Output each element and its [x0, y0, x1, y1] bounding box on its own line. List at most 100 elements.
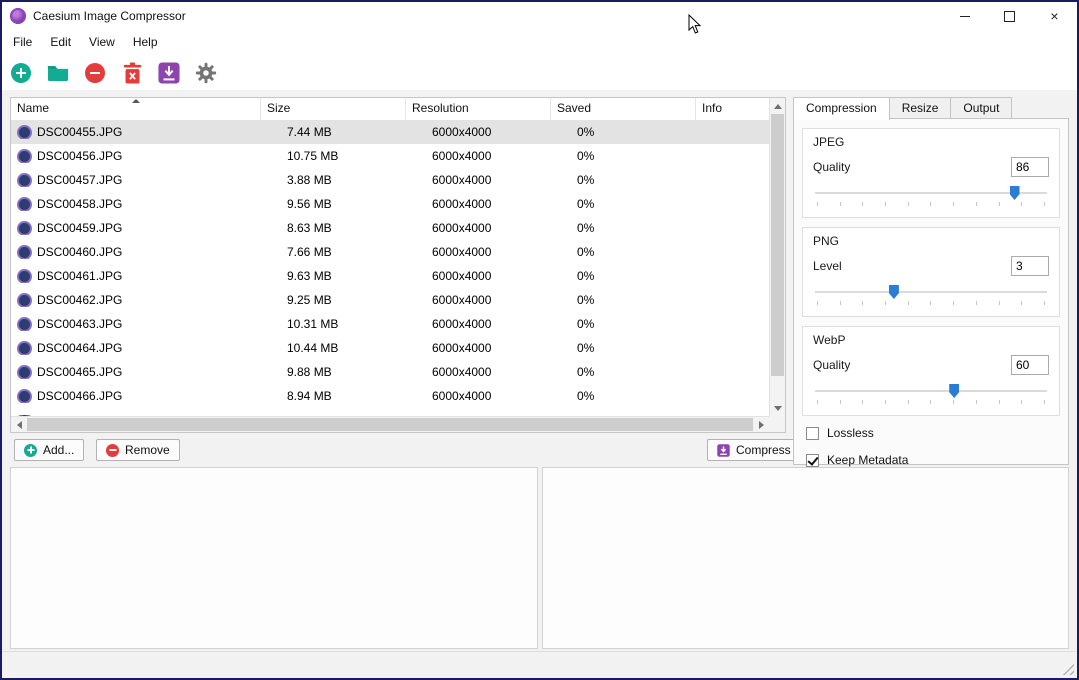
scrollbar-corner — [769, 416, 785, 432]
settings-button[interactable] — [195, 62, 217, 84]
cell-size: 9.63 MB — [261, 269, 406, 283]
cell-saved: 0% — [551, 173, 696, 187]
cell-resolution: 6000x4000 — [406, 341, 551, 355]
vertical-scrollbar[interactable] — [769, 98, 785, 416]
slider-ticks — [817, 301, 1045, 306]
image-file-icon — [19, 391, 30, 402]
jpeg-slider-handle[interactable] — [1010, 186, 1020, 200]
table-row[interactable]: DSC00466.JPG 8.94 MB 6000x4000 0% — [11, 384, 769, 408]
tab-compression[interactable]: Compression — [793, 97, 890, 120]
png-level-slider[interactable] — [815, 282, 1047, 307]
column-header-resolution[interactable]: Resolution — [406, 98, 551, 120]
image-file-icon — [19, 247, 30, 258]
scroll-down-button[interactable] — [770, 400, 786, 416]
compress-icon — [158, 62, 180, 84]
cell-resolution: 6000x4000 — [406, 317, 551, 331]
lossless-checkbox-box[interactable] — [806, 427, 819, 440]
webp-group-title: WebP — [813, 333, 1049, 347]
compression-tab-content: JPEG Quality 86 PNG Level 3 — [793, 118, 1069, 465]
minimize-icon — [960, 16, 970, 17]
resize-grip-icon[interactable] — [1062, 663, 1074, 675]
jpeg-quality-spinbox[interactable]: 86 — [1011, 157, 1049, 177]
table-row[interactable]: DSC00459.JPG 8.63 MB 6000x4000 0% — [11, 216, 769, 240]
png-slider-handle[interactable] — [889, 285, 899, 299]
scroll-left-button[interactable] — [11, 417, 27, 432]
keep-metadata-checkbox-box[interactable] — [806, 454, 819, 467]
cell-name: DSC00459.JPG — [11, 221, 261, 235]
table-row[interactable]: DSC00460.JPG 7.66 MB 6000x4000 0% — [11, 240, 769, 264]
image-file-icon — [19, 175, 30, 186]
scroll-up-button[interactable] — [770, 98, 786, 114]
scroll-right-button[interactable] — [753, 417, 769, 432]
table-row[interactable]: DSC00455.JPG 7.44 MB 6000x4000 0% — [11, 120, 769, 144]
app-logo-icon — [10, 8, 26, 24]
cell-saved: 0% — [551, 245, 696, 259]
remove-button[interactable]: Remove — [96, 439, 180, 461]
menu-help[interactable]: Help — [124, 30, 167, 55]
tab-output[interactable]: Output — [950, 97, 1012, 119]
add-button[interactable]: Add... — [14, 439, 84, 461]
cell-saved: 0% — [551, 365, 696, 379]
column-header-saved[interactable]: Saved — [551, 98, 696, 120]
table-row[interactable]: DSC00461.JPG 9.63 MB 6000x4000 0% — [11, 264, 769, 288]
webp-slider-handle[interactable] — [949, 384, 959, 398]
webp-quality-spinbox[interactable]: 60 — [1011, 355, 1049, 375]
arrow-up-icon — [774, 104, 782, 109]
lossless-checkbox[interactable]: Lossless — [806, 426, 1058, 440]
clear-list-button[interactable] — [121, 62, 143, 84]
cell-size: 3.88 MB — [261, 173, 406, 187]
close-button[interactable]: × — [1032, 2, 1077, 30]
table-row[interactable]: DSC00465.JPG 9.88 MB 6000x4000 0% — [11, 360, 769, 384]
minimize-button[interactable] — [942, 2, 987, 30]
jpeg-quality-slider[interactable] — [815, 183, 1047, 208]
keep-metadata-checkbox[interactable]: Keep Metadata — [806, 453, 1058, 467]
mouse-cursor — [688, 14, 701, 35]
table-row[interactable]: DSC00462.JPG 9.25 MB 6000x4000 0% — [11, 288, 769, 312]
main-content: Name Size Resolution Saved Info DSC00455… — [2, 90, 1077, 651]
menu-view[interactable]: View — [80, 30, 124, 55]
cell-name: DSC00461.JPG — [11, 269, 261, 283]
column-header-info[interactable]: Info — [696, 98, 769, 120]
table-row[interactable]: DSC00458.JPG 9.56 MB 6000x4000 0% — [11, 192, 769, 216]
image-file-icon — [19, 199, 30, 210]
vertical-scroll-thumb[interactable] — [771, 114, 784, 376]
cell-saved: 0% — [551, 149, 696, 163]
gear-icon — [195, 62, 217, 84]
horizontal-scroll-thumb[interactable] — [27, 418, 753, 431]
cell-name: DSC00456.JPG — [11, 149, 261, 163]
png-group: PNG Level 3 — [802, 227, 1060, 317]
add-files-button[interactable] — [10, 62, 32, 84]
table-row[interactable]: DSC00457.JPG 3.88 MB 6000x4000 0% — [11, 168, 769, 192]
cell-resolution: 6000x4000 — [406, 197, 551, 211]
cell-resolution: 6000x4000 — [406, 269, 551, 283]
horizontal-scrollbar[interactable] — [11, 416, 769, 432]
cell-name: DSC00464.JPG — [11, 341, 261, 355]
maximize-button[interactable] — [987, 2, 1032, 30]
cell-size: 9.56 MB — [261, 197, 406, 211]
table-row[interactable]: DSC00463.JPG 10.31 MB 6000x4000 0% — [11, 312, 769, 336]
cell-resolution: 6000x4000 — [406, 389, 551, 403]
cell-size: 9.25 MB — [261, 293, 406, 307]
image-file-icon — [19, 151, 30, 162]
webp-quality-slider[interactable] — [815, 381, 1047, 406]
cell-name: DSC00462.JPG — [11, 293, 261, 307]
webp-quality-label: Quality — [813, 358, 850, 372]
compress-toolbar-button[interactable] — [158, 62, 180, 84]
table-row[interactable]: DSC00456.JPG 10.75 MB 6000x4000 0% — [11, 144, 769, 168]
cell-resolution: 6000x4000 — [406, 365, 551, 379]
cell-saved: 0% — [551, 197, 696, 211]
menu-edit[interactable]: Edit — [41, 30, 80, 55]
png-level-spinbox[interactable]: 3 — [1011, 256, 1049, 276]
compress-button[interactable]: Compress — [707, 439, 801, 461]
table-row[interactable]: DSC00464.JPG 10.44 MB 6000x4000 0% — [11, 336, 769, 360]
remove-file-button[interactable] — [84, 62, 106, 84]
image-file-icon — [19, 127, 30, 138]
menubar: File Edit View Help — [2, 30, 1077, 55]
menu-file[interactable]: File — [4, 30, 41, 55]
compressed-preview-pane — [542, 467, 1069, 649]
tab-resize[interactable]: Resize — [889, 97, 952, 119]
add-folder-button[interactable] — [47, 62, 69, 84]
table-row[interactable] — [11, 408, 769, 416]
image-file-icon — [19, 223, 30, 234]
column-header-size[interactable]: Size — [261, 98, 406, 120]
